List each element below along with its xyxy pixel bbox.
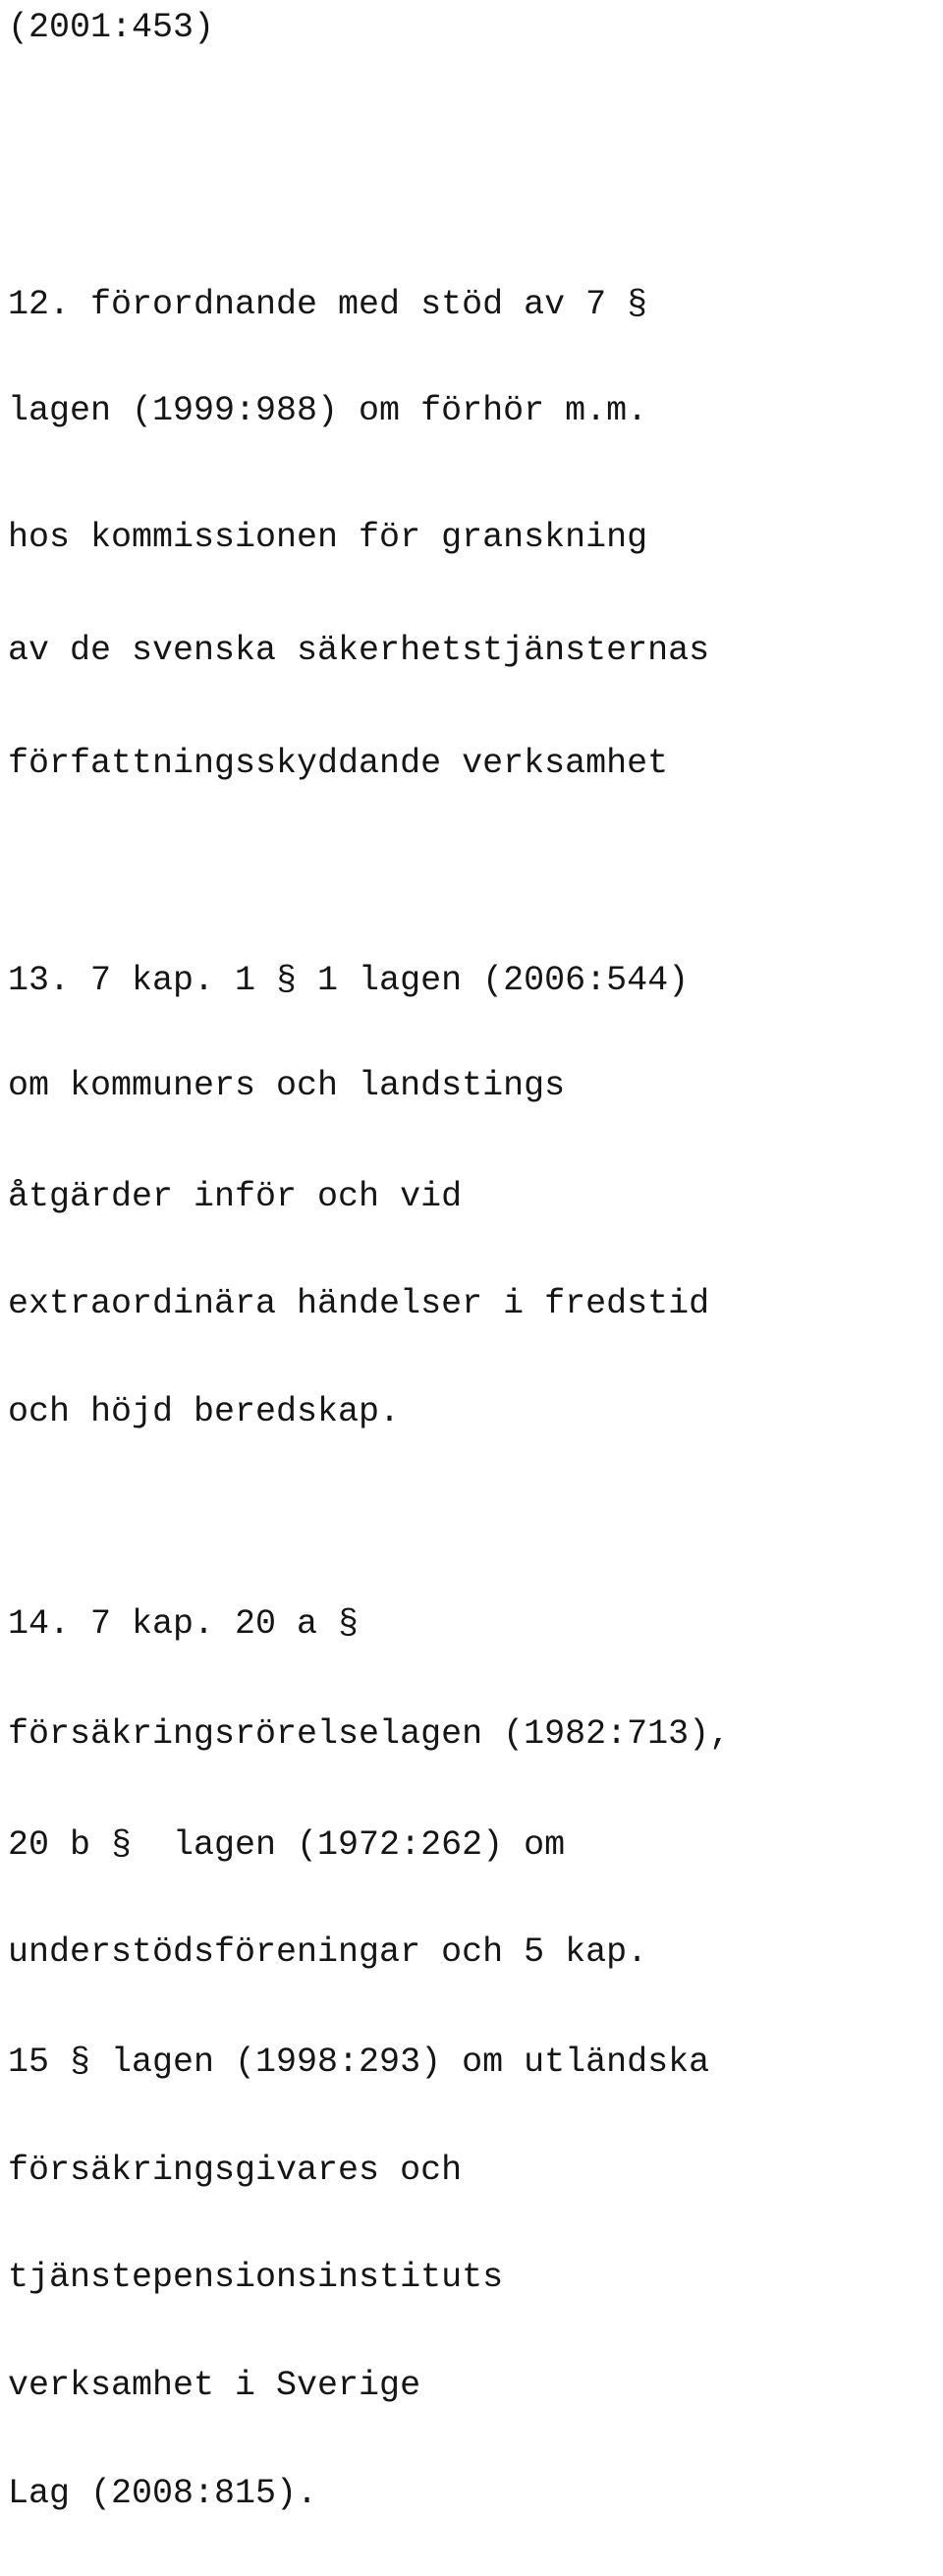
document-text-line: 14. 7 kap. 20 a § [8, 1604, 360, 1644]
document-text-line: om kommuners och landstings [8, 1066, 566, 1105]
document-text-line: tjänstepensionsinstituts [8, 2258, 504, 2297]
document-text-line: hos kommissionen för granskning [8, 518, 648, 557]
document-text-line: lagen (1999:988) om förhör m.m. [8, 391, 648, 430]
document-text-line: extraordinära händelser i fredstid [8, 1284, 710, 1323]
document-text-line: 13. 7 kap. 1 § 1 lagen (2006:544) [8, 961, 690, 1000]
document-text-line: åtgärder inför och vid [8, 1177, 463, 1216]
document-text-line: 12. förordnande med stöd av 7 § [8, 285, 648, 324]
document-page: (2001:453) 12. förordnande med stöd av 7 … [0, 0, 943, 2576]
document-text-line: 15 § lagen (1998:293) om utländska [8, 2043, 710, 2082]
document-text-line: försäkringsgivares och [8, 2151, 463, 2190]
document-text-line: och höjd beredskap. [8, 1392, 401, 1431]
document-text-line: av de svenska säkerhetstjänsternas [8, 631, 710, 670]
document-text-line: försäkringsrörelselagen (1982:713), [8, 1714, 731, 1754]
document-text-line: Lag (2008:815). [8, 2474, 318, 2513]
reference-header: (2001:453) [8, 8, 215, 47]
document-text-line: verksamhet i Sverige [8, 2366, 421, 2405]
document-text-line: understödsföreningar och 5 kap. [8, 1932, 648, 1972]
document-text-line: författningsskyddande verksamhet [8, 744, 669, 783]
document-text-line: 20 b § lagen (1972:262) om [8, 1825, 566, 1865]
